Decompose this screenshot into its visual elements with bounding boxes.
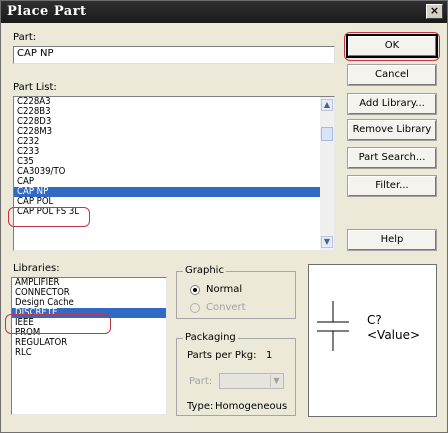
help-button[interactable]: Help [347, 229, 437, 251]
convert-radio[interactable] [190, 303, 200, 313]
normal-label: Normal [206, 284, 243, 295]
remove-library-button[interactable]: Remove Library [347, 119, 437, 141]
scroll-thumb[interactable] [321, 127, 333, 141]
preview-value: <Value> [367, 328, 421, 342]
part-list-scrollbar[interactable]: ▲ ▼ [320, 97, 334, 250]
cancel-button[interactable]: Cancel [347, 64, 437, 86]
graphic-group: Graphic Normal Convert [176, 265, 296, 319]
part-list[interactable]: C228A3 C228B3 C228D3 C228M3 C232 C233 C35 CA303… [13, 96, 335, 251]
scroll-up-icon[interactable]: ▲ [321, 99, 333, 111]
preview-refdes: C? [367, 313, 382, 327]
part-select[interactable]: ▼ [219, 373, 284, 389]
discrete-highlight [5, 314, 111, 334]
packaging-group: Packaging Parts per Pkg: 1 Part: ▼ Type:… [176, 332, 296, 416]
part-search-button[interactable]: Part Search... [347, 147, 437, 169]
part-item[interactable]: C228M3 [14, 127, 334, 137]
part-select-label: Part: [189, 376, 213, 387]
scroll-down-icon[interactable]: ▼ [321, 236, 333, 248]
graphic-group-title: Graphic [183, 265, 226, 276]
title-bar: Place Part × [1, 1, 447, 23]
part-preview: C? <Value> [308, 264, 437, 417]
library-item[interactable]: RLC [12, 348, 166, 358]
parts-per-pkg-value: 1 [266, 350, 273, 361]
close-icon[interactable]: × [426, 4, 443, 19]
chevron-down-icon[interactable]: ▼ [270, 375, 282, 387]
part-input[interactable]: CAP NP [13, 46, 335, 64]
libraries-label: Libraries: [13, 263, 60, 274]
part-item[interactable]: C233 [14, 147, 334, 157]
part-item[interactable]: CAP NP [14, 187, 334, 197]
cap-np-highlight [8, 207, 90, 227]
library-item[interactable]: REGULATOR [12, 338, 166, 348]
libraries-list[interactable]: AMPLIFIER CONNECTOR Design Cache DISCRETE IE… [11, 277, 167, 415]
part-item[interactable]: C228A3 [14, 97, 334, 107]
part-list-items: C228A3 C228B3 C228D3 C228M3 C232 C233 C35 CA303… [14, 97, 334, 217]
part-label: Part: [13, 32, 37, 43]
add-library-button[interactable]: Add Library... [347, 93, 437, 115]
packaging-group-title: Packaging [183, 332, 238, 343]
part-item[interactable]: C228D3 [14, 117, 334, 127]
part-item[interactable]: C232 [14, 137, 334, 147]
window-title: Place Part [7, 4, 87, 19]
part-item[interactable]: CA3039/TO [14, 167, 334, 177]
parts-per-pkg-label: Parts per Pkg: [187, 350, 257, 361]
normal-radio[interactable] [190, 285, 200, 295]
filter-button[interactable]: Filter... [347, 175, 437, 197]
part-list-label: Part List: [13, 82, 57, 93]
part-item[interactable]: CAP [14, 177, 334, 187]
ok-highlight [344, 32, 440, 61]
type-value: Homogeneous [215, 401, 288, 412]
place-part-dialog: Place Part × Part: CAP NP Part List: C22… [0, 0, 448, 433]
type-label: Type: [187, 401, 214, 412]
convert-label: Convert [206, 302, 246, 313]
part-item[interactable]: C228B3 [14, 107, 334, 117]
